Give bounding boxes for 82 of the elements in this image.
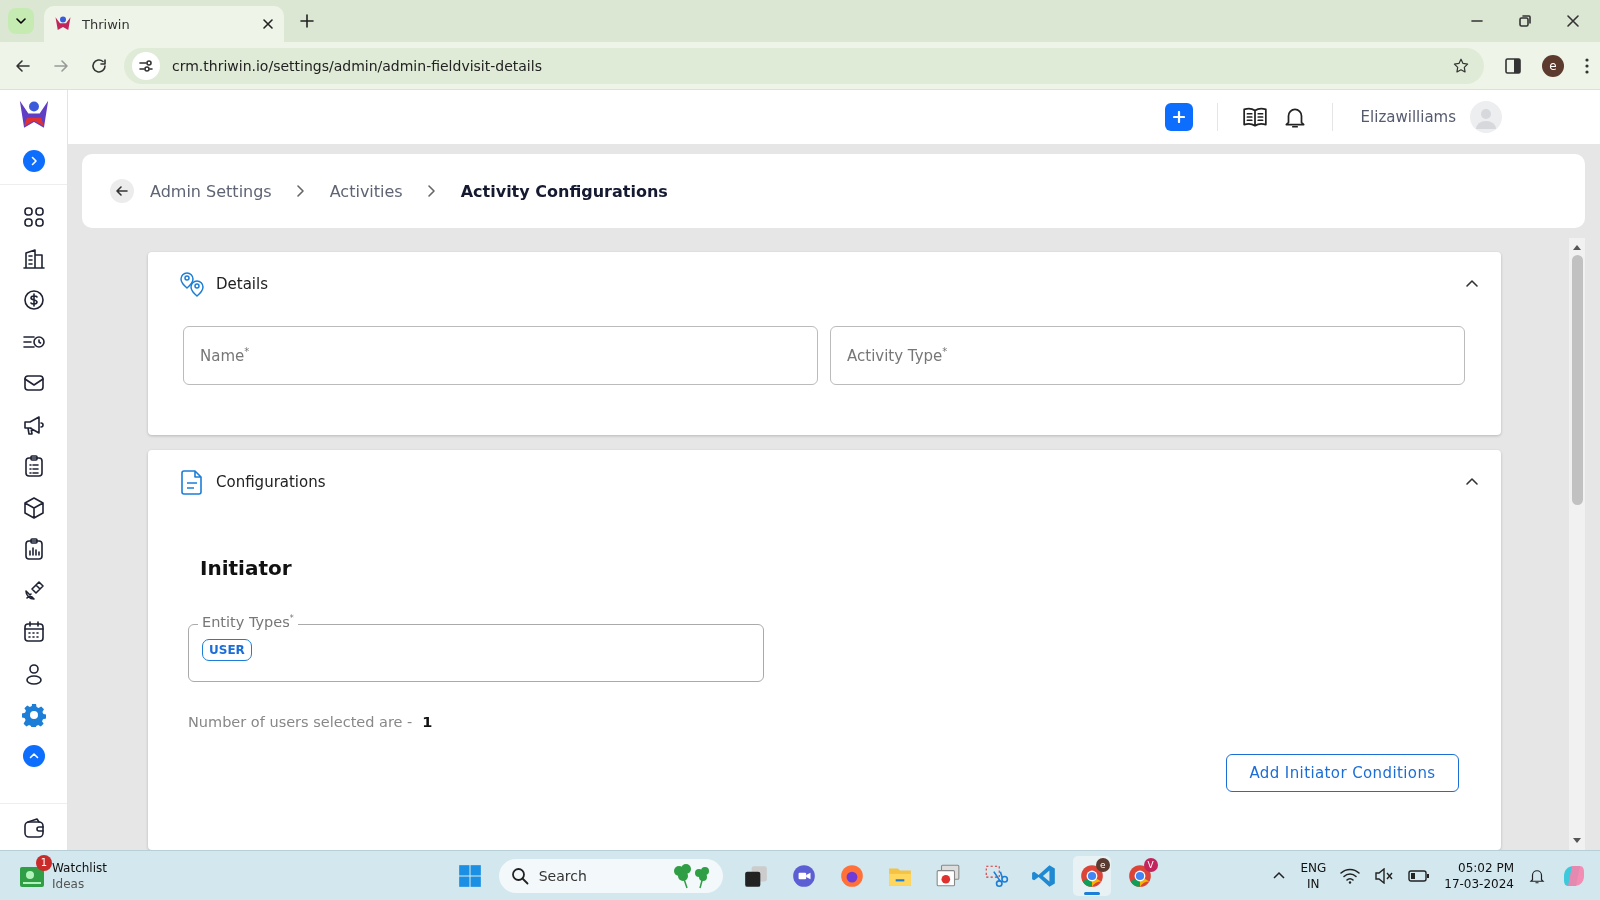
- profile-avatar[interactable]: e: [1542, 54, 1564, 77]
- entity-types-field[interactable]: Entity Types$^{*}$ USER: [188, 614, 764, 682]
- browser-tab[interactable]: Thriwin: [44, 6, 284, 42]
- grid-icon: [21, 205, 46, 229]
- reload-icon[interactable]: [90, 56, 108, 75]
- widget-title: Watchlist: [52, 859, 107, 876]
- scrollbar-thumb[interactable]: [1571, 255, 1583, 505]
- video-chat-icon: [790, 862, 817, 889]
- star-icon[interactable]: [1452, 56, 1470, 75]
- input-field[interactable]: Name$^{*}$: [183, 326, 818, 385]
- url-text: crm.thriwin.io/settings/admin/admin-fieldvisit-details: [172, 57, 542, 74]
- field-label: Entity Types$^{*}$: [198, 614, 298, 630]
- taskbar-app[interactable]: e: [1072, 855, 1111, 896]
- lightbulb-icon: [20, 864, 44, 887]
- new-tab-icon[interactable]: [300, 14, 314, 28]
- dollar-icon: [21, 288, 46, 312]
- cube-icon: [21, 495, 46, 520]
- code-editor-icon: [1030, 862, 1057, 889]
- chrome-icon: [1078, 862, 1105, 889]
- location-pins-icon: [178, 270, 206, 298]
- plus-icon: [1172, 111, 1185, 123]
- input-field[interactable]: Activity Type$^{*}$: [830, 326, 1465, 385]
- section-title: Details: [216, 275, 268, 293]
- user-name[interactable]: Elizawilliams: [1360, 108, 1456, 126]
- tab-title: Thriwin: [82, 16, 131, 32]
- search-placeholder: Search: [538, 867, 587, 884]
- scrollbar[interactable]: [1569, 238, 1585, 850]
- windows-logo-icon: [456, 862, 483, 889]
- search-icon: [510, 866, 529, 885]
- logo-icon: [54, 15, 72, 33]
- count-value: 1: [422, 714, 433, 730]
- window-stack-icon: [934, 862, 961, 889]
- sidebar-item[interactable]: [21, 205, 46, 229]
- notification-badge: 1: [36, 854, 52, 871]
- close-icon[interactable]: [1566, 14, 1580, 28]
- wallet-button[interactable]: [21, 816, 46, 840]
- chrome-icon: [1126, 862, 1153, 889]
- breadcrumb-current: Activity Configurations: [460, 181, 668, 201]
- collapse-button[interactable]: [22, 744, 45, 767]
- breadcrumb-link[interactable]: Activities: [329, 181, 403, 201]
- back-arrow-icon: [115, 184, 129, 198]
- close-icon[interactable]: [262, 18, 274, 30]
- chevron-right-icon: [426, 184, 437, 198]
- section-heading: Initiator: [199, 556, 293, 580]
- calendar-icon: [21, 620, 46, 644]
- sidebar-item[interactable]: [21, 246, 46, 271]
- back-button[interactable]: [110, 179, 134, 203]
- expand-button[interactable]: [22, 150, 45, 172]
- tab-list-button[interactable]: [8, 8, 34, 34]
- more-options-icon[interactable]: [1584, 56, 1590, 75]
- settings-icon: [21, 703, 46, 727]
- chevron-down-icon: [15, 15, 27, 27]
- side-panel-icon[interactable]: [1504, 56, 1522, 75]
- chevron-right-icon: [295, 184, 306, 198]
- taskbar-app[interactable]: V: [1120, 855, 1159, 896]
- sidebar-item[interactable]: [21, 620, 46, 644]
- count-label: Number of users selected are -: [188, 714, 413, 730]
- search-field[interactable]: Search: [498, 858, 723, 893]
- restore-icon[interactable]: [1518, 14, 1532, 28]
- add-button[interactable]: [1164, 103, 1193, 131]
- add-conditions-button[interactable]: Add Initiator Conditions: [1226, 754, 1459, 792]
- sidebar-item[interactable]: [21, 288, 46, 312]
- clock[interactable]: 05:02 PM 17-03-2024: [1444, 859, 1514, 892]
- site-settings-icon[interactable]: [132, 51, 160, 80]
- scroll-up-icon[interactable]: [1573, 244, 1581, 250]
- breadcrumb-link[interactable]: Admin Settings: [150, 181, 272, 201]
- profile-badge: e: [1095, 857, 1110, 872]
- section-title: Configurations: [216, 473, 326, 491]
- building-icon: [21, 246, 46, 271]
- chevron-up-icon: [28, 750, 39, 761]
- widget-subtitle: Ideas: [52, 875, 86, 892]
- language-indicator[interactable]: ENG IN: [1300, 859, 1327, 892]
- speaker-muted-icon[interactable]: [1374, 867, 1395, 884]
- wifi-icon[interactable]: [1340, 867, 1361, 884]
- tag-chip: USER: [202, 639, 252, 661]
- battery-icon[interactable]: [1408, 868, 1431, 883]
- wallet-icon: [21, 816, 46, 840]
- profile-badge: V: [1143, 857, 1158, 872]
- scroll-down-icon[interactable]: [1573, 838, 1581, 844]
- address-bar[interactable]: crm.thriwin.io/settings/admin/admin-fieldvisit-details: [124, 47, 1484, 84]
- sidebar-item[interactable]: [21, 495, 46, 520]
- firefox-icon: [838, 862, 865, 889]
